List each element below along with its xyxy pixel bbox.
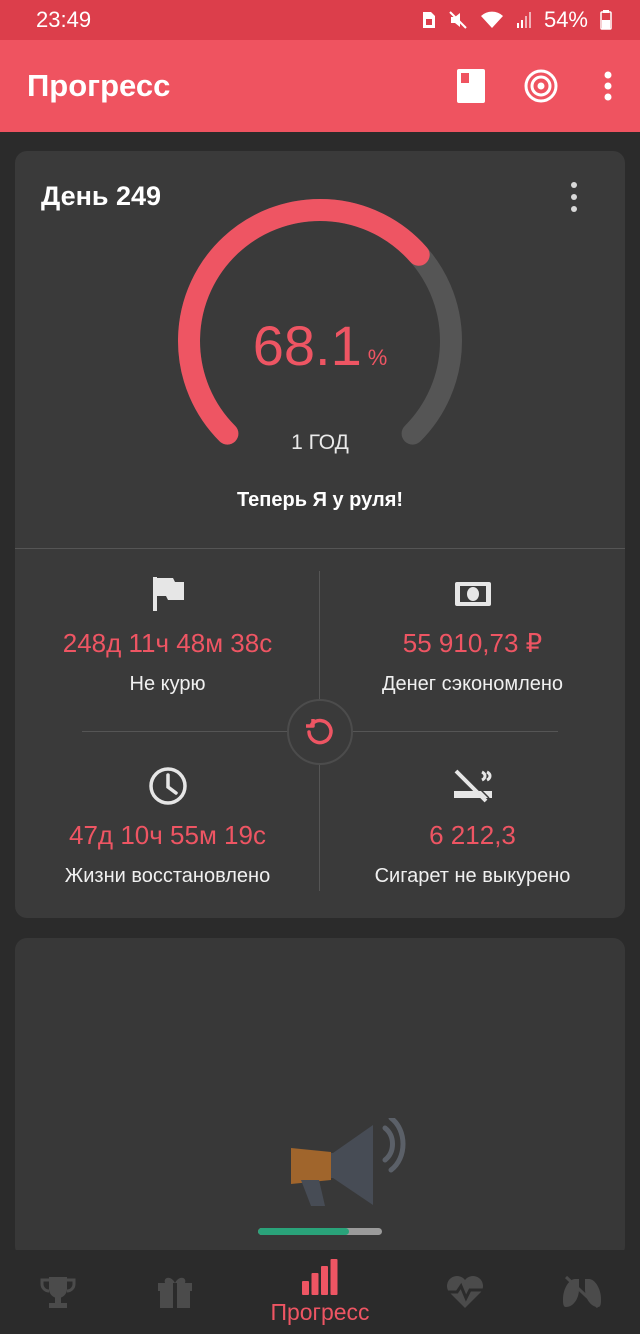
mute-icon — [448, 11, 468, 29]
stat-value: 6 212,3 — [429, 820, 516, 850]
status-bar: 23:49 54% — [0, 0, 640, 40]
divider — [15, 548, 625, 549]
page-title: Прогресс — [27, 68, 171, 103]
progress-card: День 249 68.1% 1 ГОД Теперь Я у руля! 24… — [15, 151, 625, 918]
percent-sign: % — [367, 345, 388, 370]
money-icon — [454, 582, 491, 606]
more-vert-icon — [604, 71, 612, 101]
goal-button[interactable] — [506, 40, 576, 132]
ad-loading-bar — [258, 1228, 382, 1235]
nav-lungs[interactable] — [524, 1250, 640, 1334]
motto-text: Теперь Я у руля! — [236, 489, 404, 511]
trophy-icon — [40, 1277, 76, 1308]
wifi-icon — [480, 11, 504, 29]
bottom-navigation: Прогресс — [0, 1250, 640, 1334]
more-menu-button[interactable] — [576, 40, 640, 132]
reset-icon — [306, 718, 333, 745]
bar-chart-icon — [301, 1258, 338, 1295]
stat-value: 248д 11ч 48м 38с — [62, 628, 273, 658]
nav-progress[interactable]: Прогресс — [233, 1250, 408, 1334]
megaphone-icon — [291, 1118, 406, 1206]
ad-loading-fill — [258, 1228, 349, 1235]
ad-card — [15, 938, 625, 1258]
heart-pulse-icon — [447, 1276, 484, 1308]
stat-cigarettes-not-smoked: 6 212,3 Сигарет не выкурено — [320, 766, 625, 888]
stat-label: Жизни восстановлено — [64, 865, 271, 887]
lungs-icon — [562, 1275, 601, 1309]
no-smoking-icon — [453, 769, 492, 803]
nav-health[interactable] — [407, 1250, 523, 1334]
signal-icon — [516, 11, 532, 29]
journal-button[interactable] — [436, 40, 506, 132]
stat-not-smoking: 248д 11ч 48м 38с Не курю — [15, 574, 320, 696]
stat-value: 47д 10ч 55м 19с — [69, 820, 266, 850]
status-icons: 54% — [422, 7, 612, 33]
app-bar: Прогресс — [0, 40, 640, 132]
stat-label: Не курю — [129, 673, 206, 695]
nav-progress-label: Прогресс — [270, 1298, 370, 1325]
progress-percent: 68.1% — [15, 313, 625, 378]
goal-label: 1 ГОД — [291, 431, 349, 454]
stat-label: Сигарет не выкурено — [374, 865, 571, 887]
clock-icon — [148, 767, 187, 805]
sim-icon — [422, 11, 436, 29]
nav-rewards[interactable] — [116, 1250, 232, 1334]
flag-icon — [152, 577, 184, 611]
target-icon — [524, 69, 558, 103]
status-time: 23:49 — [36, 7, 92, 32]
stat-life-regained: 47д 10ч 55м 19с Жизни восстановлено — [15, 766, 320, 888]
reset-button[interactable] — [287, 699, 353, 765]
book-icon — [457, 69, 485, 103]
battery-icon — [600, 10, 612, 30]
gift-icon — [157, 1277, 192, 1308]
stat-label: Денег сэкономлено — [381, 673, 564, 695]
nav-achievements[interactable] — [0, 1250, 116, 1334]
battery-percent: 54% — [543, 7, 588, 32]
stat-value: 55 910,73 ₽ — [402, 628, 543, 658]
stat-money-saved: 55 910,73 ₽ Денег сэкономлено — [320, 574, 625, 696]
percent-value: 68.1 — [252, 314, 362, 377]
